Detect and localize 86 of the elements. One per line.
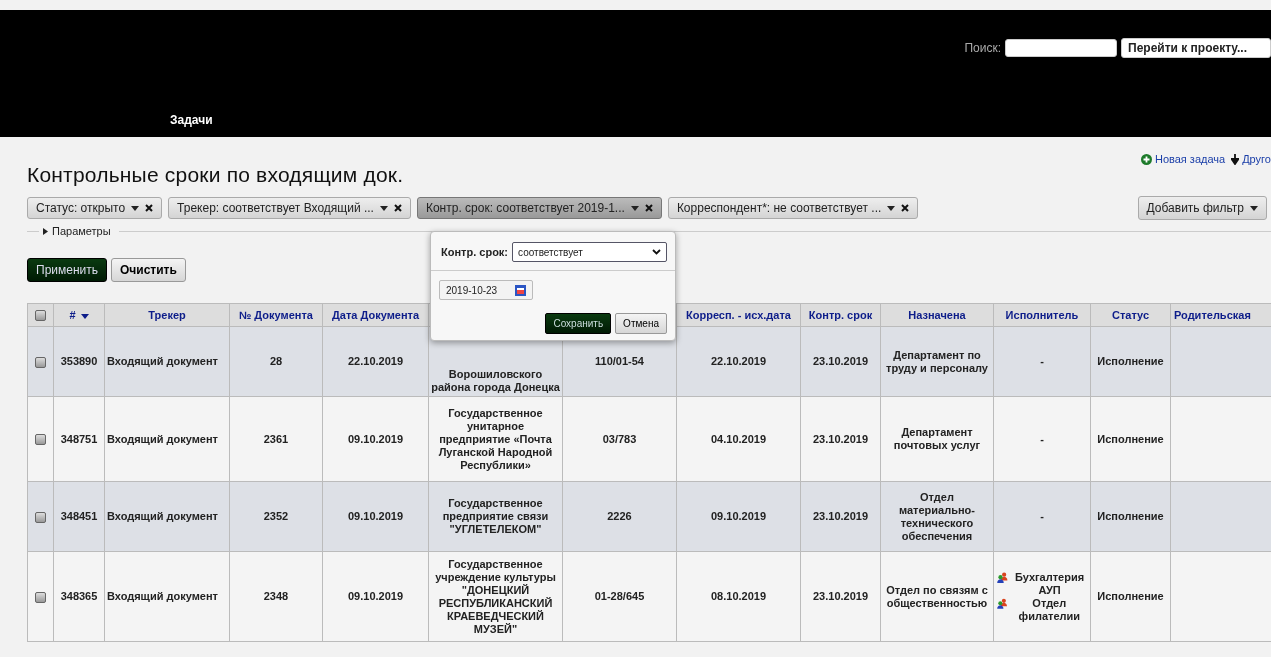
table-cell: Входящий документ <box>104 551 230 642</box>
operator-select[interactable]: соответствует <box>512 242 667 262</box>
row-checkbox[interactable] <box>35 434 46 446</box>
table-cell: 28 <box>229 326 323 397</box>
down-arrow-icon <box>1231 153 1240 165</box>
table-cell: 348451 <box>53 481 105 552</box>
table-cell: 2352 <box>229 481 323 552</box>
table-cell: Государственное предприятие связи "УГЛЕТЕЛЕКОМ" <box>428 481 563 552</box>
calendar-icon[interactable] <box>515 284 526 296</box>
executor-name[interactable]: Бухгалтерия АУП <box>1011 570 1088 597</box>
table-cell: - <box>993 481 1091 552</box>
plus-icon <box>1140 153 1152 165</box>
triangle-right-icon[interactable] <box>43 227 48 235</box>
table-cell: 23.10.2019 <box>800 396 881 482</box>
close-icon[interactable] <box>644 204 653 212</box>
table-cell: 09.10.2019 <box>322 551 429 642</box>
search-label: Поиск: <box>964 41 1001 55</box>
row-checkbox[interactable] <box>35 511 46 523</box>
table-cell: 03/783 <box>562 396 677 482</box>
filter-chip[interactable]: Статус: открыто <box>27 197 163 219</box>
filter-chip[interactable]: Корреспондент*: не соответствует ... <box>667 197 919 219</box>
table-cell: - <box>993 396 1091 482</box>
table-cell: 353890 <box>53 326 105 397</box>
caret-icon <box>887 205 896 211</box>
caret-icon <box>630 205 639 211</box>
table-cell: 348751 <box>53 396 105 482</box>
project-jump-dropdown[interactable]: Перейти к проекту... <box>1121 38 1271 58</box>
parameters-toggle[interactable]: Параметры <box>52 225 111 237</box>
table-cell: Исполнение <box>1090 551 1171 642</box>
caret-icon <box>1250 205 1258 211</box>
action-link[interactable]: Новая задача <box>1140 153 1226 165</box>
row-checkbox[interactable] <box>35 591 46 603</box>
table-cell: Отдел материально-технического обеспечения <box>880 481 994 552</box>
save-button[interactable]: Сохранить <box>545 313 612 334</box>
filter-chip[interactable]: Трекер: соответствует Входящий ... <box>168 197 411 219</box>
table-cell: Департамент по труду и персоналу <box>880 326 994 397</box>
group-icon <box>996 596 1009 611</box>
table-cell: 22.10.2019 <box>676 326 801 397</box>
table-cell: 01-28/645 <box>562 551 677 642</box>
page-title: Контрольные сроки по входящим док. <box>27 163 404 187</box>
filter-label: Контр. срок: <box>441 246 509 258</box>
table-cell: 23.10.2019 <box>800 326 881 397</box>
table-cell: 09.10.2019 <box>322 481 429 552</box>
table-cell: Входящий документ <box>104 481 230 552</box>
table-cell: Отдел по связям с общественностью <box>880 551 994 642</box>
executor-name[interactable]: Отдел филателии <box>1010 596 1088 623</box>
select-all-checkbox[interactable] <box>35 310 46 322</box>
filter-chip[interactable]: Контр. срок: соответствует 2019-1... <box>416 197 662 219</box>
action-link[interactable]: Друго <box>1231 153 1271 165</box>
table-cell: Государственное унитарное предприятие «Почта Луганской Народной Республики» <box>428 396 563 482</box>
table-cell: 09.10.2019 <box>322 396 429 482</box>
table-cell: Исполнение <box>1090 326 1171 397</box>
caret-icon <box>379 205 388 211</box>
table-cell: 2226 <box>562 481 677 552</box>
table-cell: Входящий документ <box>104 396 230 482</box>
table-cell: 2348 <box>229 551 323 642</box>
table-cell: 22.10.2019 <box>322 326 429 397</box>
apply-button[interactable]: Применить <box>27 258 107 282</box>
table-cell: Исполнение <box>1090 481 1171 552</box>
table-cell: Входящий документ <box>104 326 230 397</box>
table-cell: 2361 <box>229 396 323 482</box>
table-cell: 23.10.2019 <box>800 481 881 552</box>
column-header[interactable]: # <box>69 309 76 321</box>
caret-icon <box>131 205 140 211</box>
menu-tab[interactable]: Задачи <box>170 111 213 129</box>
row-checkbox[interactable] <box>35 356 46 368</box>
close-icon[interactable] <box>901 204 910 212</box>
chevron-down-icon <box>652 249 661 255</box>
search-field[interactable] <box>1005 39 1117 57</box>
group-icon <box>996 570 1010 585</box>
table-cell: Департамент почтовых услуг <box>880 396 994 482</box>
clear-button[interactable]: Очистить <box>111 258 186 282</box>
table-cell: 348365 <box>53 551 105 642</box>
close-icon[interactable] <box>393 204 402 212</box>
cancel-button[interactable]: Отмена <box>615 313 667 334</box>
table-cell: Государственное учреждение культуры "ДОНЕЦКИЙ РЕСПУБЛИКАНСКИЙ КРАЕВЕДЧЕСКИЙ МУЗЕЙ" <box>428 551 563 642</box>
table-cell: Исполнение <box>1090 396 1171 482</box>
table-cell: 09.10.2019 <box>676 481 801 552</box>
table-cell: 23.10.2019 <box>800 551 881 642</box>
add-filter-button[interactable]: Добавить фильтр <box>1137 196 1267 220</box>
column-header[interactable]: Трекер <box>148 309 186 321</box>
date-field[interactable]: 2019-10-23 <box>439 280 533 300</box>
table-cell: 04.10.2019 <box>676 396 801 482</box>
table-cell: - <box>993 326 1091 397</box>
close-icon[interactable] <box>145 204 154 212</box>
table-cell: 08.10.2019 <box>676 551 801 642</box>
